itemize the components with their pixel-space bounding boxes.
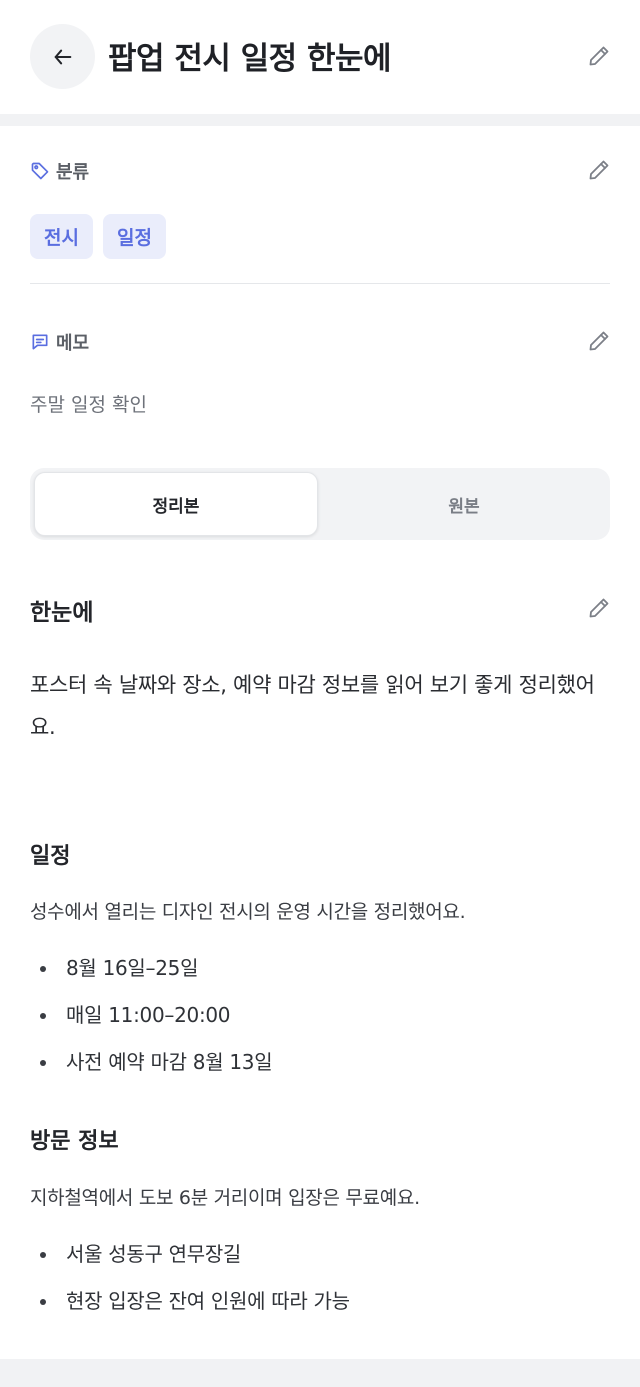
- bottom-band: [0, 1359, 640, 1387]
- list-item: 서울 성동구 연무장길: [38, 1231, 350, 1278]
- back-button[interactable]: [30, 24, 95, 89]
- message-icon: [32, 334, 48, 350]
- tag-list: 전시 일정: [30, 214, 166, 259]
- visit-info-bullet-list: 서울 성동구 연무장길 현장 입장은 잔여 인원에 따라 가능: [38, 1231, 350, 1325]
- section-description-schedule: 성수에서 열리는 디자인 전시의 운영 시간을 정리했어요.: [30, 901, 466, 923]
- tab-original[interactable]: 원본: [322, 472, 606, 536]
- summary-body: 포스터 속 날짜와 장소, 예약 마감 정보를 읽어 보기 좋게 정리했어요.: [30, 673, 595, 739]
- list-item: 매일 11:00–20:00: [38, 992, 272, 1039]
- category-label: 분류: [56, 162, 90, 183]
- edit-summary-pencil-icon[interactable]: [587, 596, 611, 620]
- memo-header: 메모: [30, 329, 89, 355]
- edit-memo-pencil-icon[interactable]: [587, 329, 611, 353]
- edit-category-pencil-icon[interactable]: [587, 158, 611, 182]
- list-item: 현장 입장은 잔여 인원에 따라 가능: [38, 1278, 350, 1325]
- page: 팝업 전시 일정 한눈에 분류 전시 일정 메모 주말 일정 확인 정리본 원본…: [0, 0, 640, 1387]
- arrow-left-icon: [54, 49, 71, 64]
- section-title-visit-info: 방문 정보: [30, 1129, 119, 1154]
- section-title-schedule: 일정: [30, 844, 71, 869]
- view-toggle: 정리본 원본: [30, 468, 610, 540]
- divider: [30, 283, 610, 284]
- memo-label: 메모: [56, 333, 90, 354]
- section-separator: [0, 114, 640, 126]
- tag-chip[interactable]: 일정: [102, 214, 166, 259]
- page-title: 팝업 전시 일정 한눈에: [108, 41, 392, 77]
- list-item: 8월 16일–25일: [38, 945, 272, 992]
- tag-chip[interactable]: 전시: [30, 214, 93, 259]
- tab-organized[interactable]: 정리본: [34, 472, 318, 536]
- header: 팝업 전시 일정 한눈에: [0, 0, 640, 114]
- edit-title-pencil-icon[interactable]: [587, 44, 611, 68]
- list-item: 사전 예약 마감 8월 13일: [38, 1039, 273, 1086]
- schedule-bullet-list: 8월 16일–25일 매일 11:00–20:00 사전 예약 마감 8월 13…: [38, 945, 273, 1086]
- summary-title: 한눈에: [30, 600, 94, 626]
- tag-icon: [31, 162, 49, 180]
- memo-text: 주말 일정 확인: [30, 394, 147, 416]
- section-description-visit-info: 지하철역에서 도보 6분 거리이며 입장은 무료예요.: [30, 1187, 420, 1209]
- category-header: 분류: [30, 158, 89, 184]
